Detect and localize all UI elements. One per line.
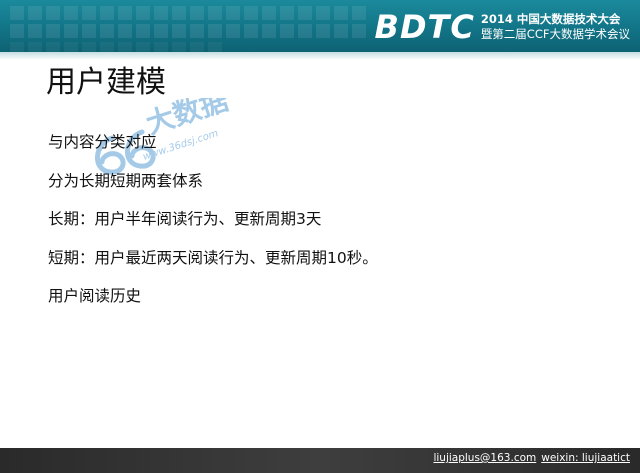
conference-name-line2: 暨第二届CCF大数据学术会议 [480,27,630,41]
bullet-item: 用户阅读历史 [48,287,142,305]
footer-weixin: weixin: liujiaatict [541,452,630,464]
bdtc-logo: BDTC [374,8,475,46]
conference-name: 2014 中国大数据技术大会 暨第二届CCF大数据学术会议 [481,12,630,42]
footer-bar: liujiaplus@163.com weixin: liujiaatict [0,448,640,473]
bullet-item: 短期：用户最近两天阅读行为、更新周期10秒。 [48,248,378,267]
footer-email: liujiaplus@163.com [433,452,537,464]
bullet-item: 长期：用户半年阅读行为、更新周期3天 [48,210,322,228]
bullet-item: 与内容分类对应 [48,133,157,151]
header-banner: BDTC 2014 中国大数据技术大会 暨第二届CCF大数据学术会议 [0,0,640,52]
footer-contact: liujiaplus@163.com weixin: liujiaatict [433,452,630,464]
conference-brand: BDTC 2014 中国大数据技术大会 暨第二届CCF大数据学术会议 [375,9,630,45]
slide-title: 用户建模 [46,65,166,100]
header-shadow [0,52,640,60]
conference-name-line1: 2014 中国大数据技术大会 [480,12,621,26]
slide: BDTC 2014 中国大数据技术大会 暨第二届CCF大数据学术会议 用户建模 … [0,0,640,473]
bullet-list: 与内容分类对应 分为长期短期两套体系 长期：用户半年阅读行为、更新周期3天 短期… [48,131,378,324]
bullet-item: 分为长期短期两套体系 [48,171,204,190]
